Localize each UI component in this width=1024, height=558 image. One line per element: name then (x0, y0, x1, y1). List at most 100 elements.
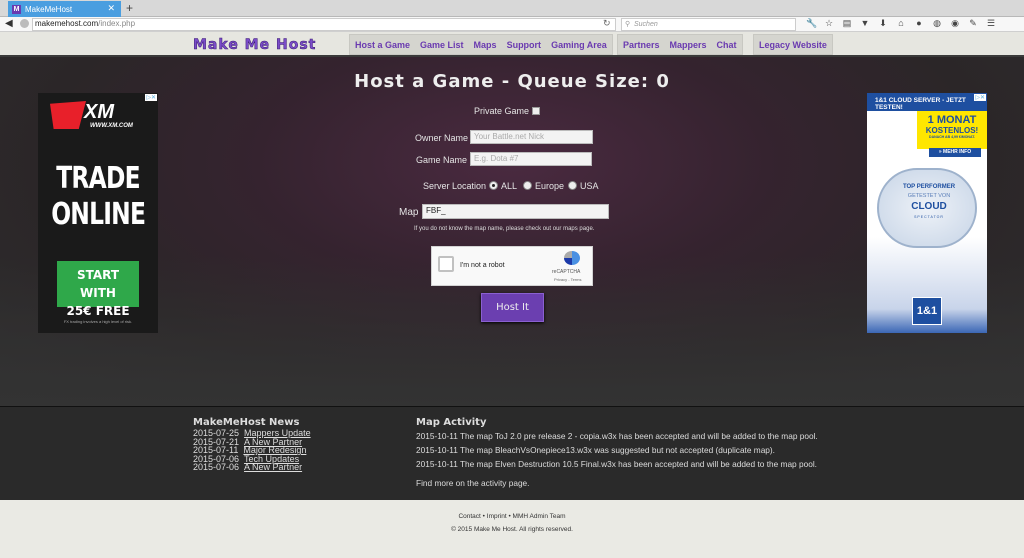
map-hint: If you do not know the map name, please … (414, 226, 594, 232)
ad-more-info-button[interactable]: » MEHR INFO (929, 148, 981, 157)
browser-nav-bar: ◀ makemehost.com/index.php ↻ ⚲ Suchen 🔧 ☆… (0, 17, 1024, 32)
pen-icon[interactable]: ✎ (968, 18, 978, 29)
search-icon: ⚲ (625, 21, 631, 28)
activity-link[interactable]: activity (481, 478, 506, 488)
news-date: 2015-07-06 (193, 462, 240, 473)
globe-icon (20, 19, 29, 28)
ad-disclaimer: FX trading involves a high level of risk… (63, 319, 133, 324)
browser-tab[interactable]: M MakeMeHost ✕ (8, 1, 121, 17)
game-name-label: Game Name (416, 155, 468, 165)
ad-choices-icon[interactable]: ▷✕ (145, 94, 157, 101)
activity-item: 2015-10-11 The map ToJ 2.0 pre release 2… (416, 431, 818, 441)
footer-link-admin-team[interactable]: MMH Admin Team (513, 513, 566, 520)
ad-header: 1&1 CLOUD SERVER - JETZT TESTEN! (867, 93, 987, 111)
ad-offer-2: KOSTENLOS! (925, 126, 979, 135)
new-tab-button[interactable]: + (126, 1, 133, 15)
recaptcha-logo-icon (564, 251, 580, 265)
ad-headline-2: ONLINE (51, 197, 146, 232)
favicon-icon: M (12, 4, 21, 14)
nav-host-a-game[interactable]: Host a Game (355, 40, 410, 50)
server-radio-all[interactable] (489, 181, 498, 190)
badge-line-2: GETESTET VON (907, 193, 951, 199)
page-title: Host a Game - Queue Size: 0 (354, 71, 670, 92)
news-link[interactable]: A New Partner (244, 463, 302, 472)
main-content: Host a Game - Queue Size: 0 Private Game… (0, 57, 1024, 406)
ad-left-xm[interactable]: ▷✕ XM WWW.XM.COM TRADE ONLINE START WITH… (38, 93, 158, 333)
recaptcha-widget: I'm not a robot reCAPTCHA Privacy - Term… (431, 246, 593, 286)
footer-separator: • (482, 513, 485, 520)
map-label: Map (399, 207, 419, 218)
legacy-nav: Legacy Website (753, 34, 833, 55)
owner-name-input[interactable]: Your Battle.net Nick (470, 130, 593, 144)
xm-url: WWW.XM.COM (90, 123, 133, 129)
game-name-input[interactable]: E.g. Dota #7 (470, 152, 592, 166)
server-location-label: Server Location (423, 181, 487, 191)
ad-choices-icon[interactable]: ▷✕ (974, 94, 986, 101)
page-footer: Contact • Imprint • MMH Admin Team © 201… (0, 500, 1024, 558)
server-radio-usa[interactable] (568, 181, 577, 190)
captcha-checkbox[interactable] (438, 256, 454, 272)
url-domain: makemehost.com (35, 19, 99, 28)
nav-maps[interactable]: Maps (474, 40, 497, 50)
nav-support[interactable]: Support (507, 40, 542, 50)
ad-cta-line1: START WITH (76, 268, 120, 300)
private-game-checkbox[interactable] (532, 107, 540, 115)
download-icon[interactable]: ⬇ (878, 18, 888, 29)
home-icon[interactable]: ⌂ (896, 18, 906, 29)
recaptcha-brand: reCAPTCHA (552, 269, 581, 275)
nav-game-list[interactable]: Game List (420, 40, 464, 50)
ad-offer-1: 1 MONAT (927, 114, 977, 126)
back-arrow-icon[interactable]: ◀ (5, 18, 13, 29)
ad-offer-3: DANACH AB 4,99 €/MONAT. (929, 135, 975, 139)
footer-link-imprint[interactable]: Imprint (487, 513, 507, 520)
map-input[interactable]: FBF_ (422, 204, 609, 219)
nav-chat[interactable]: Chat (717, 40, 737, 50)
nav-gaming-area[interactable]: Gaming Area (551, 40, 607, 50)
ad-cta[interactable]: START WITH 25€ FREE (57, 261, 139, 318)
1und1-logo: 1&1 (912, 297, 942, 325)
wrench-icon[interactable]: 🔧 (806, 18, 817, 29)
menu-icon[interactable]: ☰ (986, 18, 996, 29)
nav-mappers[interactable]: Mappers (670, 40, 707, 50)
activity-item: 2015-10-11 The map Elven Destruction 10.… (416, 459, 817, 469)
star-icon[interactable]: ☆ (824, 18, 834, 29)
url-path: /index.php (98, 19, 136, 28)
activity-more-prefix: Find more on the (416, 478, 479, 488)
activity-more: Find more on the activity page. (416, 478, 529, 488)
site-logo[interactable]: Make Me Host (193, 37, 316, 54)
browser-search-input[interactable]: ⚲ Suchen (621, 18, 796, 31)
footer-links: Contact • Imprint • MMH Admin Team (0, 513, 1024, 520)
server-radio-europe[interactable] (523, 181, 532, 190)
server-option-usa: USA (580, 181, 599, 191)
activity-title: Map Activity (416, 417, 487, 428)
secondary-nav: Partners Mappers Chat (617, 34, 743, 55)
close-tab-icon[interactable]: ✕ (107, 3, 115, 14)
clipboard-icon[interactable]: ▤ (842, 18, 852, 29)
url-text[interactable]: makemehost.com/index.php (35, 19, 135, 28)
chat-icon[interactable]: ● (914, 18, 924, 29)
recaptcha-links[interactable]: Privacy - Terms (554, 277, 581, 282)
color-icon[interactable]: ◉ (950, 18, 960, 29)
xm-bull-icon (50, 101, 86, 129)
activity-more-suffix: page. (508, 478, 530, 488)
badge-line-1: TOP PERFORMER (902, 184, 956, 190)
map-hint-end: . (592, 226, 595, 232)
private-game-label: Private Game (474, 106, 530, 116)
nav-partners[interactable]: Partners (623, 40, 660, 50)
server-option-all: ALL (501, 181, 518, 191)
pocket-icon[interactable]: ▼ (860, 18, 870, 29)
tab-title: MakeMeHost (25, 4, 73, 14)
extension-icon[interactable]: ◍ (932, 18, 942, 29)
host-it-button[interactable]: Host It (481, 293, 544, 322)
xm-brand: XM (84, 101, 114, 123)
info-footer: MakeMeHost News 2015-07-25 Mappers Update… (0, 406, 1024, 500)
copyright: © 2015 Make Me Host. All rights reserved… (451, 526, 573, 533)
reload-icon[interactable]: ↻ (603, 18, 611, 29)
footer-link-contact[interactable]: Contact (458, 513, 480, 520)
map-hint-text: If you do not know the map name, please … (414, 226, 562, 232)
news-list: 2015-07-25 Mappers Update 2015-07-21 A New… (193, 429, 311, 472)
nav-legacy-website[interactable]: Legacy Website (759, 40, 827, 50)
cloud-badge: TOP PERFORMER GETESTET VON CLOUD SPECTAT… (877, 168, 977, 248)
ad-right-1und1[interactable]: 1&1 CLOUD SERVER - JETZT TESTEN! ▷✕ 1 MO… (867, 93, 987, 333)
maps-page-link[interactable]: maps page (563, 226, 593, 232)
